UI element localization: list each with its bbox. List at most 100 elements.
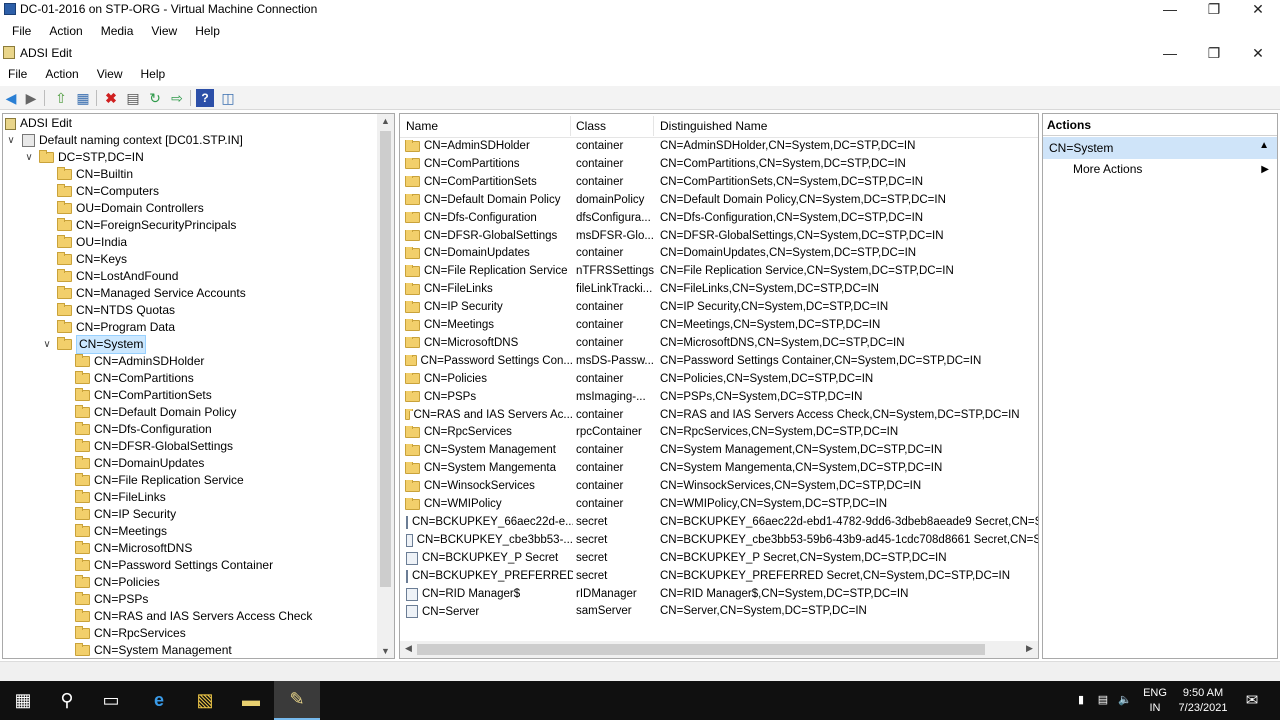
- list-item[interactable]: CN=ComPartitions container CN=ComPartition…: [400, 156, 1038, 174]
- properties-icon[interactable]: ▤: [124, 89, 142, 107]
- clock[interactable]: 9:50 AM 7/23/2021: [1172, 681, 1234, 720]
- back-arrow-icon[interactable]: ◀: [2, 89, 20, 107]
- column-header-dn[interactable]: Distinguished Name: [660, 119, 767, 133]
- list-item[interactable]: CN=WinsockServices container CN=WinsockSer…: [400, 478, 1038, 496]
- list-item[interactable]: CN=RAS and IAS Servers Ac... container CN=…: [400, 407, 1038, 425]
- mmc-menu-action[interactable]: Action: [36, 67, 87, 81]
- tree-node[interactable]: CN=Password Settings Container: [75, 557, 273, 574]
- task-view-icon[interactable]: ▭: [88, 681, 134, 720]
- actions-section-system[interactable]: CN=System ▲: [1043, 137, 1277, 159]
- column-header-name[interactable]: Name: [406, 119, 438, 133]
- export-list-icon[interactable]: ⇨: [168, 89, 186, 107]
- list-item[interactable]: CN=System Mangementa container CN=System M…: [400, 460, 1038, 478]
- tree-node[interactable]: OU=Domain Controllers: [57, 200, 204, 217]
- battery-icon[interactable]: ▮: [1072, 681, 1090, 720]
- list-item[interactable]: CN=MicrosoftDNS container CN=MicrosoftDNS,…: [400, 335, 1038, 353]
- tree-node[interactable]: CN=LostAndFound: [57, 268, 178, 285]
- tree-node[interactable]: CN=ComPartitions: [75, 370, 194, 387]
- mmc-restore-button[interactable]: ❐: [1192, 44, 1236, 64]
- list-item[interactable]: CN=Policies container CN=Policies,CN=Syste…: [400, 371, 1038, 389]
- collapse-up-arrow-icon[interactable]: ▲: [1259, 140, 1269, 151]
- tree-node-system[interactable]: ∨ CN=System: [41, 335, 147, 354]
- tree-node[interactable]: CN=System Management: [75, 642, 232, 658]
- scrollbar-thumb[interactable]: [380, 131, 391, 587]
- tree-node[interactable]: CN=PSPs: [75, 591, 148, 608]
- tree-node[interactable]: OU=India: [57, 234, 127, 251]
- tree-node[interactable]: CN=FileLinks: [75, 489, 166, 506]
- list-item[interactable]: CN=DFSR-GlobalSettings msDFSR-Glo... CN=DF…: [400, 228, 1038, 246]
- scrollbar-thumb[interactable]: [417, 644, 985, 655]
- tree-node[interactable]: CN=Keys: [57, 251, 127, 268]
- show-hide-tree-icon[interactable]: ▦: [74, 89, 92, 107]
- collapse-chevron-icon[interactable]: ∨: [41, 336, 53, 353]
- minimize-button[interactable]: —: [1148, 0, 1192, 20]
- tree-node[interactable]: CN=DomainUpdates: [75, 455, 204, 472]
- mmc-minimize-button[interactable]: —: [1148, 44, 1192, 64]
- notifications-icon[interactable]: ✉: [1240, 681, 1264, 720]
- list-item[interactable]: CN=Meetings container CN=Meetings,CN=Syste…: [400, 317, 1038, 335]
- tree-node[interactable]: CN=RAS and IAS Servers Access Check: [75, 608, 312, 625]
- tree-node[interactable]: CN=File Replication Service: [75, 472, 244, 489]
- vm-menu-media[interactable]: Media: [92, 24, 143, 38]
- more-actions-item[interactable]: More Actions: [1073, 162, 1142, 176]
- tree-node[interactable]: CN=Builtin: [57, 166, 133, 183]
- list-item[interactable]: CN=Server samServer CN=Server,CN=System,DC…: [400, 603, 1038, 621]
- volume-icon[interactable]: 🔈: [1116, 681, 1134, 720]
- tree-node[interactable]: CN=IP Security: [75, 506, 176, 523]
- vm-menu-view[interactable]: View: [142, 24, 186, 38]
- list-item[interactable]: CN=DomainUpdates container CN=DomainUpdate…: [400, 245, 1038, 263]
- action-pane-icon[interactable]: ◫: [219, 89, 237, 107]
- tree-node[interactable]: CN=Program Data: [57, 319, 175, 336]
- close-button[interactable]: ✕: [1236, 0, 1280, 20]
- mmc-menu-help[interactable]: Help: [132, 67, 175, 81]
- list-item[interactable]: CN=PSPs msImaging-... CN=PSPs,CN=System,DC…: [400, 389, 1038, 407]
- collapse-chevron-icon[interactable]: ∨: [5, 132, 17, 149]
- tree-node[interactable]: CN=Dfs-Configuration: [75, 421, 212, 438]
- list-item[interactable]: CN=Default Domain Policy domainPolicy CN=D…: [400, 192, 1038, 210]
- list-item[interactable]: CN=WMIPolicy container CN=WMIPolicy,CN=Sys…: [400, 496, 1038, 514]
- list-item[interactable]: CN=BCKUPKEY_P Secret secret CN=BCKUPKEY_P …: [400, 550, 1038, 568]
- vm-menu-action[interactable]: Action: [40, 24, 91, 38]
- tree-node[interactable]: CN=ForeignSecurityPrincipals: [57, 217, 236, 234]
- tree-node[interactable]: CN=ComPartitionSets: [75, 387, 212, 404]
- list-item[interactable]: CN=ComPartitionSets container CN=ComPartit…: [400, 174, 1038, 192]
- list-item[interactable]: CN=System Management container CN=System M…: [400, 442, 1038, 460]
- tree-node-domain[interactable]: ∨ DC=STP,DC=IN: [23, 149, 144, 166]
- help-icon[interactable]: ?: [196, 89, 214, 107]
- adsi-edit-taskbar-icon[interactable]: ✎: [274, 681, 320, 720]
- list-item[interactable]: CN=BCKUPKEY_66aec22d-e... secret CN=BCKUPK…: [400, 514, 1038, 532]
- tree-node-context[interactable]: ∨ Default naming context [DC01.STP.IN]: [5, 132, 243, 149]
- scroll-down-arrow-icon[interactable]: ▼: [377, 646, 394, 656]
- refresh-icon[interactable]: ↻: [146, 89, 164, 107]
- search-icon[interactable]: ⚲: [44, 681, 90, 720]
- tree-root[interactable]: ADSI Edit: [5, 115, 72, 132]
- restore-button[interactable]: ❐: [1192, 0, 1236, 20]
- list-item[interactable]: CN=AdminSDHolder container CN=AdminSDHolde…: [400, 138, 1038, 156]
- tree-node[interactable]: CN=MicrosoftDNS: [75, 540, 192, 557]
- delete-icon[interactable]: ✖: [102, 89, 120, 107]
- list-item[interactable]: CN=IP Security container CN=IP Security,CN…: [400, 299, 1038, 317]
- collapse-chevron-icon[interactable]: ∨: [23, 149, 35, 166]
- list-item[interactable]: CN=BCKUPKEY_cbe3bb53-... secret CN=BCKUPKE…: [400, 532, 1038, 550]
- mmc-menu-view[interactable]: View: [88, 67, 132, 81]
- column-header-class[interactable]: Class: [576, 119, 606, 133]
- list-item[interactable]: CN=RID Manager$ rIDManager CN=RID Manager$…: [400, 586, 1038, 604]
- network-icon[interactable]: ▤: [1094, 681, 1112, 720]
- tree-node[interactable]: CN=Computers: [57, 183, 159, 200]
- tree-node[interactable]: CN=Policies: [75, 574, 160, 591]
- list-item[interactable]: CN=FileLinks fileLinkTracki... CN=FileLink…: [400, 281, 1038, 299]
- list-item[interactable]: CN=Dfs-Configuration dfsConfigura... CN=Df…: [400, 210, 1038, 228]
- tree-node[interactable]: CN=DFSR-GlobalSettings: [75, 438, 233, 455]
- list-item[interactable]: CN=File Replication Service nTFRSSettings…: [400, 263, 1038, 281]
- server-manager-icon[interactable]: ▬: [228, 681, 274, 720]
- mmc-menu-file[interactable]: File: [0, 67, 36, 81]
- tree-node[interactable]: CN=AdminSDHolder: [75, 353, 204, 370]
- list-item[interactable]: CN=BCKUPKEY_PREFERRED... secret CN=BCKUPKE…: [400, 568, 1038, 586]
- mmc-close-button[interactable]: ✕: [1236, 44, 1280, 64]
- tree-node[interactable]: CN=NTDS Quotas: [57, 302, 175, 319]
- scroll-up-arrow-icon[interactable]: ▲: [377, 116, 394, 126]
- tree-vertical-scrollbar[interactable]: ▲ ▼: [377, 114, 394, 658]
- start-windows-icon[interactable]: ▦: [0, 681, 46, 720]
- vm-menu-help[interactable]: Help: [186, 24, 229, 38]
- forward-arrow-icon[interactable]: ▶: [22, 89, 40, 107]
